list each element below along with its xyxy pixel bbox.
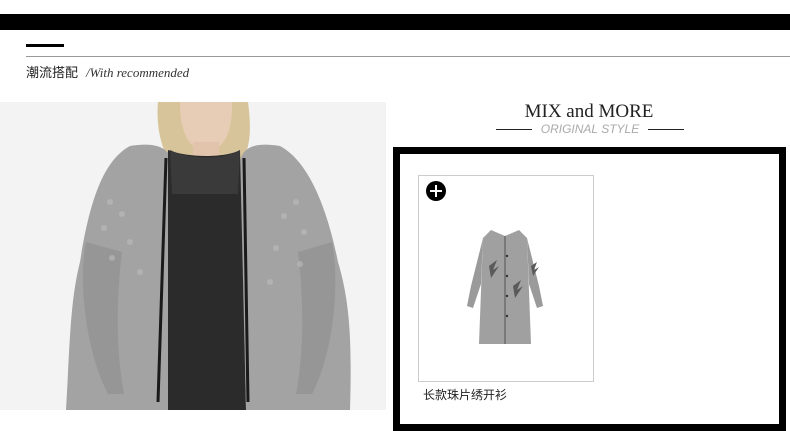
model-photo xyxy=(0,102,386,410)
section-title-cn: 潮流搭配 xyxy=(26,66,79,81)
mix-title: MIX and MORE xyxy=(524,101,654,122)
plus-circle-icon[interactable] xyxy=(426,181,446,201)
subtitle-line-right xyxy=(648,129,684,130)
product-card[interactable] xyxy=(418,175,594,382)
subtitle-line-left xyxy=(496,129,532,130)
top-bar xyxy=(0,14,790,30)
section-title-en: /With recommended xyxy=(86,65,190,80)
mix-subtitle: ORIGINAL STYLE xyxy=(540,122,640,136)
mix-subtitle-row: ORIGINAL STYLE xyxy=(496,122,684,138)
section-heading: 潮流搭配/With recommended xyxy=(26,64,189,83)
heading-accent-line xyxy=(26,44,64,47)
cardigan-thumbnail xyxy=(467,230,543,344)
heading-divider xyxy=(26,56,790,57)
product-name[interactable]: 长款珠片绣开衫 xyxy=(423,386,507,403)
